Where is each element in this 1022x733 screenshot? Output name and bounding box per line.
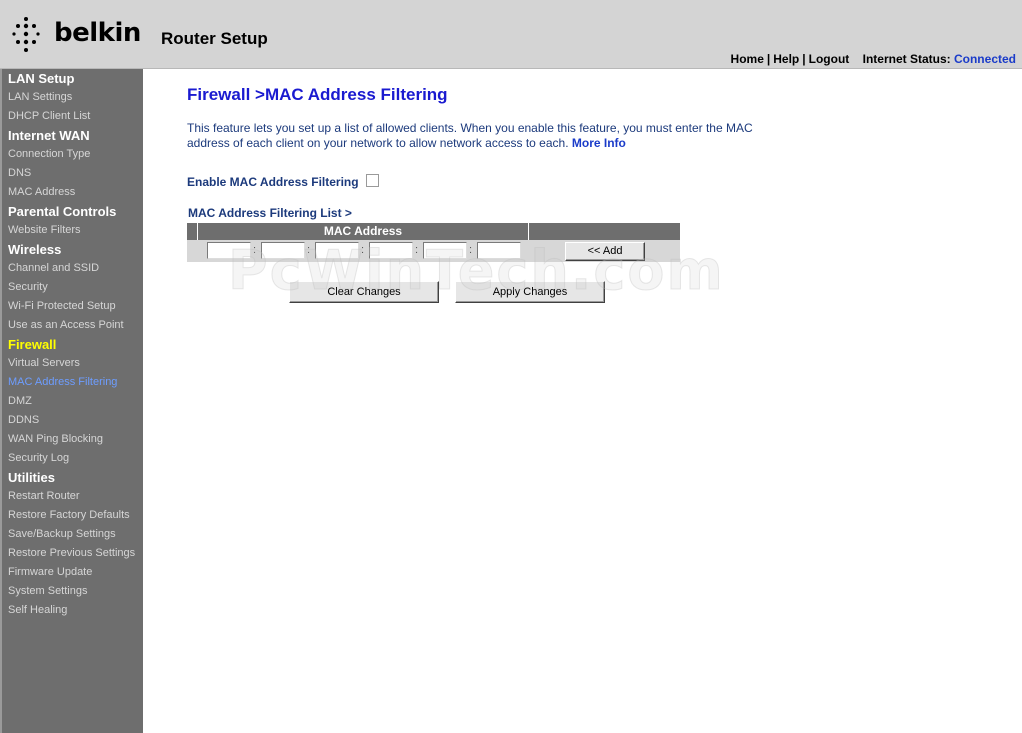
sidebar-item-website-filters[interactable]: Website Filters — [2, 221, 143, 240]
sidebar-item-use-as-an-access-point[interactable]: Use as an Access Point — [2, 316, 143, 335]
sidebar-item-lan-settings[interactable]: LAN Settings — [2, 88, 143, 107]
nav-separator: | — [766, 52, 771, 66]
main-content: Firewall >MAC Address Filtering This fea… — [143, 69, 1022, 733]
mac-table-header: MAC Address — [187, 223, 680, 240]
sidebar-item-save-backup-settings[interactable]: Save/Backup Settings — [2, 525, 143, 544]
sidebar-item-dmz[interactable]: DMZ — [2, 392, 143, 411]
sidebar-section-wireless: Wireless — [8, 242, 62, 257]
sidebar-section-utilities: Utilities — [8, 470, 55, 485]
enable-mac-filtering-row: Enable MAC Address Filtering — [187, 174, 379, 189]
description-text: This feature lets you set up a list of a… — [187, 121, 753, 150]
sidebar-item-dns[interactable]: DNS — [2, 164, 143, 183]
sidebar-item-firmware-update[interactable]: Firmware Update — [2, 563, 143, 582]
sidebar: LAN Setup LAN Settings DHCP Client List Int… — [0, 69, 143, 733]
watermark: PcWinTech.com — [228, 239, 725, 303]
sidebar-section-internet-wan: Internet WAN — [8, 128, 90, 143]
sidebar-item-mac-address-filtering[interactable]: MAC Address Filtering — [2, 373, 143, 392]
mac-address-column-header: MAC Address — [198, 223, 529, 240]
sidebar-item-wi-fi-protected-setup[interactable]: Wi-Fi Protected Setup — [2, 297, 143, 316]
sidebar-item-dhcp-client-list[interactable]: DHCP Client List — [2, 107, 143, 126]
more-info-link[interactable]: More Info — [572, 136, 626, 150]
sidebar-item-security-log[interactable]: Security Log — [2, 449, 143, 468]
feature-description: This feature lets you set up a list of a… — [187, 121, 777, 151]
sidebar-item-security[interactable]: Security — [2, 278, 143, 297]
enable-mac-filtering-label: Enable MAC Address Filtering — [187, 175, 359, 189]
logout-link[interactable]: Logout — [809, 52, 850, 66]
sidebar-item-channel-and-ssid[interactable]: Channel and SSID — [2, 259, 143, 278]
sidebar-item-system-settings[interactable]: System Settings — [2, 582, 143, 601]
sidebar-item-virtual-servers[interactable]: Virtual Servers — [2, 354, 143, 373]
page-title: Firewall >MAC Address Filtering — [187, 85, 448, 104]
brand-name: belkin — [54, 18, 141, 48]
header: belkin Router Setup Home | Help | Logout Int… — [0, 0, 1022, 69]
internet-status-label: Internet Status: — [862, 52, 951, 66]
sidebar-item-wan-ping-blocking[interactable]: WAN Ping Blocking — [2, 430, 143, 449]
internet-status-value: Connected — [953, 52, 1016, 66]
sidebar-item-restart-router[interactable]: Restart Router — [2, 487, 143, 506]
belkin-logo-dots-icon — [12, 17, 40, 52]
sidebar-item-restore-previous-settings[interactable]: Restore Previous Settings — [2, 544, 143, 563]
top-navigation: Home | Help | Logout Internet Status: Connec… — [731, 52, 1016, 66]
sidebar-item-self-healing[interactable]: Self Healing — [2, 601, 143, 620]
nav-separator: | — [802, 52, 806, 66]
sidebar-section-lan-setup: LAN Setup — [8, 71, 75, 86]
sidebar-item-connection-type[interactable]: Connection Type — [2, 145, 143, 164]
sidebar-item-restore-factory-defaults[interactable]: Restore Factory Defaults — [2, 506, 143, 525]
belkin-logo[interactable]: belkin — [12, 16, 152, 56]
header-spacer — [187, 223, 198, 240]
help-link[interactable]: Help — [773, 52, 799, 66]
app-title: Router Setup — [161, 29, 268, 48]
enable-mac-filtering-checkbox[interactable] — [365, 174, 379, 187]
sidebar-section-parental-controls: Parental Controls — [8, 204, 117, 219]
home-link[interactable]: Home — [731, 52, 764, 66]
mac-filtering-list-title: MAC Address Filtering List > — [188, 206, 352, 220]
sidebar-item-mac-address[interactable]: MAC Address — [2, 183, 143, 202]
sidebar-section-firewall: Firewall — [8, 337, 57, 352]
sidebar-item-ddns[interactable]: DDNS — [2, 411, 143, 430]
